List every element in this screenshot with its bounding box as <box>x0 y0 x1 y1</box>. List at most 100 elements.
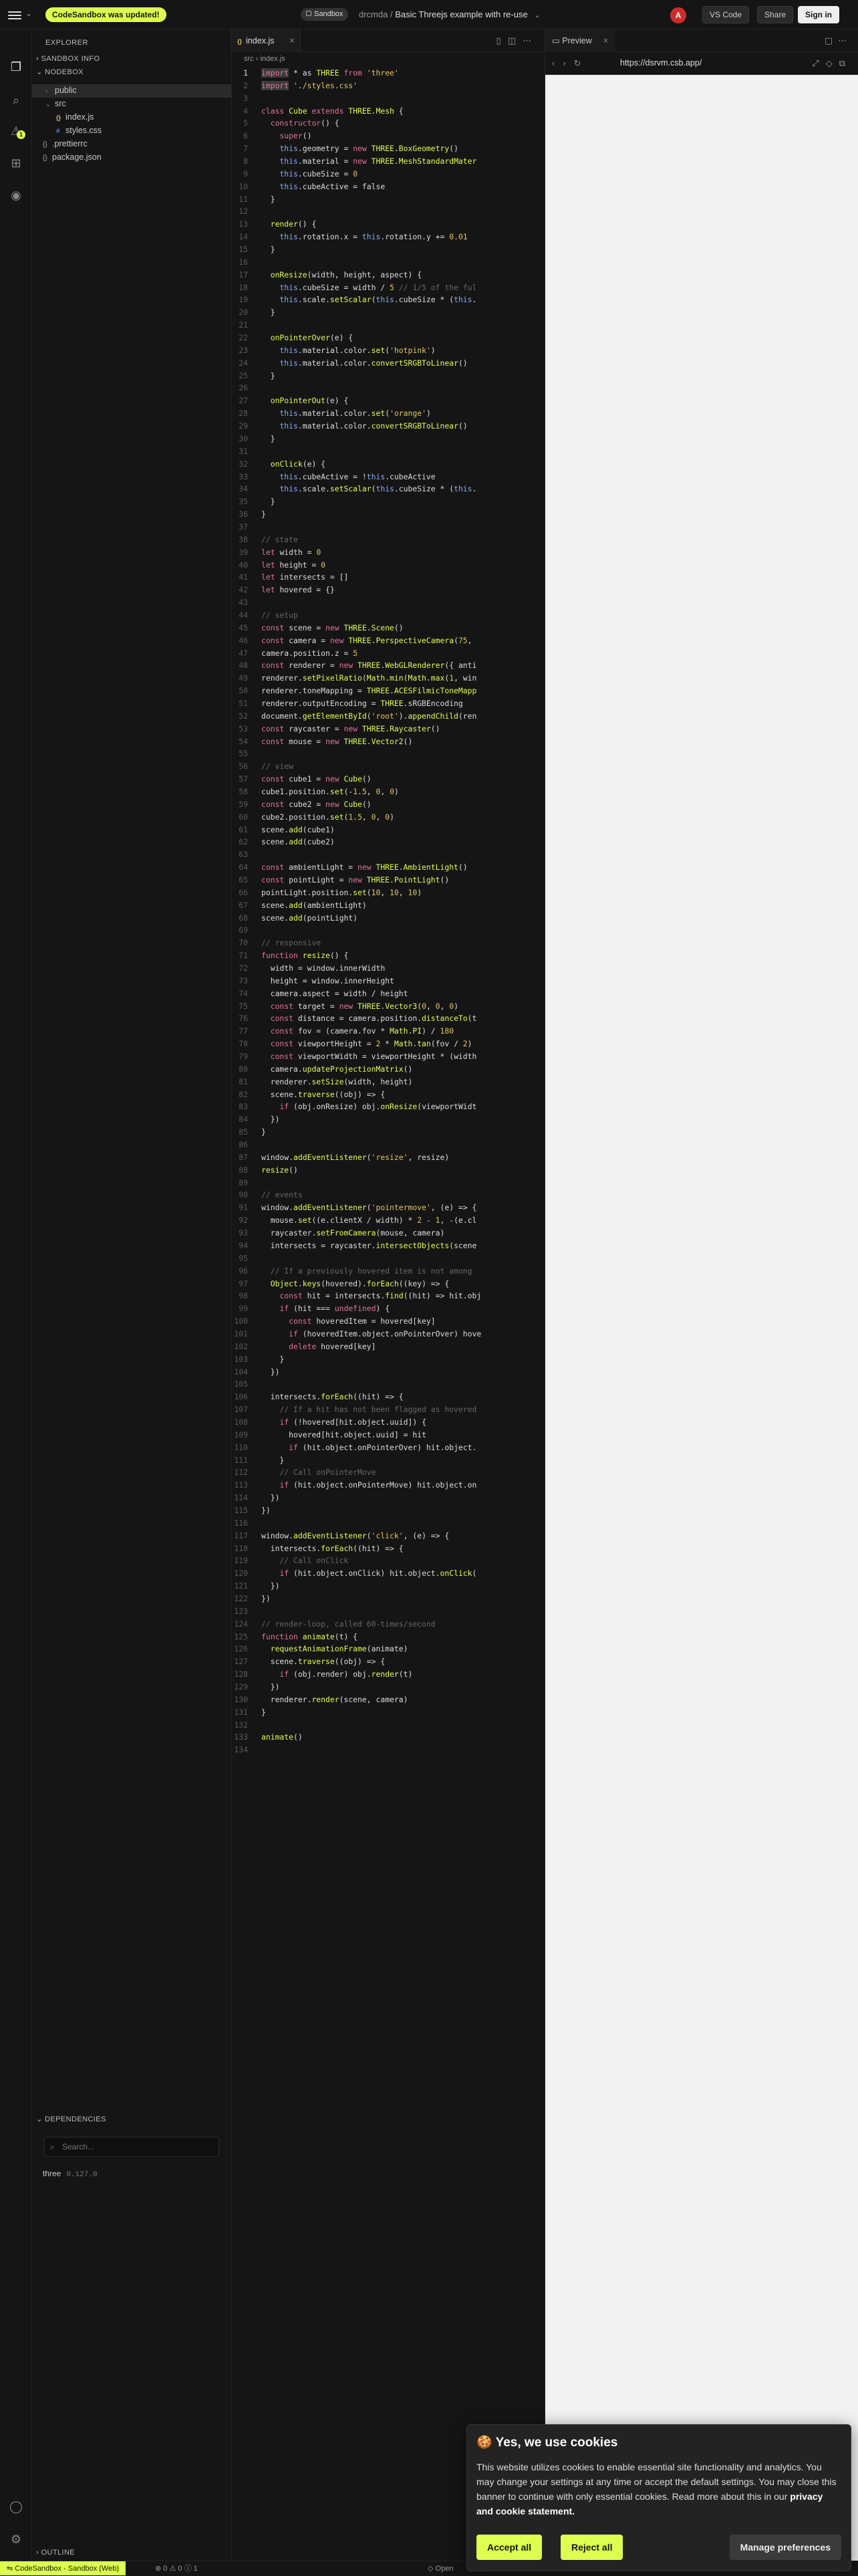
code-line[interactable]: 78 const viewportHeight = 2 * Math.tan(f… <box>232 1038 545 1050</box>
code-line[interactable]: 92 mouse.set((e.clientX / width) * 2 - 1… <box>232 1214 545 1227</box>
code-line[interactable]: 60 cube2.position.set(1.5, 0, 0) <box>232 811 545 824</box>
code-line[interactable]: 32 onClick(e) { <box>232 458 545 471</box>
code-line[interactable]: 111 } <box>232 1454 545 1467</box>
code-line[interactable]: 6 super() <box>232 130 545 142</box>
code-line[interactable]: 81 renderer.setSize(width, height) <box>232 1076 545 1088</box>
problems-status[interactable]: ⊗ 0 ⚠ 0 ⓘ 1 <box>155 2561 198 2576</box>
code-line[interactable]: 93 raycaster.setFromCamera(mouse, camera… <box>232 1227 545 1240</box>
close-icon[interactable]: × <box>289 29 295 52</box>
code-line[interactable]: 127 scene.traverse((obj) => { <box>232 1655 545 1668</box>
code-line[interactable]: 56 // view <box>232 760 545 773</box>
tree-item-index-js[interactable]: {} index.js <box>56 111 94 123</box>
code-line[interactable]: 121 }) <box>232 1580 545 1593</box>
code-line[interactable]: 88 resize() <box>232 1164 545 1177</box>
code-line[interactable]: 119 // Call onClick <box>232 1554 545 1567</box>
code-line[interactable]: 94 intersects = raycaster.intersectObjec… <box>232 1240 545 1252</box>
code-line[interactable]: 8 this.material = new THREE.MeshStandard… <box>232 155 545 168</box>
tree-item-src[interactable]: ⌄ src <box>45 98 66 110</box>
split-editor-icon[interactable]: ◫ <box>508 35 523 45</box>
code-line[interactable]: 50 renderer.toneMapping = THREE.ACESFilmi… <box>232 685 545 697</box>
code-line[interactable]: 10 this.cubeActive = false <box>232 181 545 193</box>
breadcrumb-file[interactable]: index.js <box>260 55 285 63</box>
code-line[interactable]: 100 const hoveredItem = hovered[key] <box>232 1315 545 1328</box>
code-line[interactable]: 110 if (hit.object.onPointerOver) hit.ob… <box>232 1441 545 1454</box>
code-line[interactable]: 28 this.material.color.set('orange') <box>232 407 545 420</box>
code-line[interactable]: 129 }) <box>232 1681 545 1693</box>
code-line[interactable]: 105 <box>232 1378 545 1391</box>
code-line[interactable]: 17 onResize(width, height, aspect) { <box>232 269 545 281</box>
code-line[interactable]: 5 constructor() { <box>232 117 545 130</box>
code-line[interactable]: 84 }) <box>232 1113 545 1126</box>
search-icon[interactable]: ⌕ <box>8 92 24 108</box>
code-line[interactable]: 59 const cube2 = new Cube() <box>232 798 545 811</box>
code-line[interactable]: 87 window.addEventListener('resize', resi… <box>232 1151 545 1164</box>
tab-index-js[interactable]: {} index.js × <box>232 29 301 52</box>
dependency-item[interactable]: three 0.127.0 <box>43 2169 98 2179</box>
code-line[interactable]: 57 const cube1 = new Cube() <box>232 773 545 786</box>
code-line[interactable]: 49 renderer.setPixelRatio(Math.min(Math.m… <box>232 672 545 685</box>
code-line[interactable]: 23 this.material.color.set('hotpink') <box>232 344 545 357</box>
code-line[interactable]: 134 <box>232 1744 545 1756</box>
update-notice-pill[interactable]: CodeSandbox was updated! <box>45 7 166 22</box>
toggle-sidebar-icon[interactable]: ▯ <box>496 35 508 45</box>
code-line[interactable]: 48 const renderer = new THREE.WebGLRender… <box>232 659 545 672</box>
owner-name[interactable]: drcmda <box>359 9 388 19</box>
extensions-icon[interactable]: ⊞ <box>8 155 24 171</box>
dependencies-search[interactable]: ⌕ <box>44 2137 219 2157</box>
code-line[interactable]: 45 const scene = new THREE.Scene() <box>232 622 545 634</box>
reject-all-button[interactable]: Reject all <box>561 2535 623 2560</box>
code-line[interactable]: 4 class Cube extends THREE.Mesh { <box>232 105 545 118</box>
refresh-icon[interactable]: ↻ <box>574 58 589 68</box>
code-line[interactable]: 35 } <box>232 495 545 508</box>
sandbox-info-section[interactable]: › SANDBOX INFO <box>36 55 100 63</box>
remote-indicator[interactable]: ⇋ CodeSandbox - Sandbox (Web) <box>0 2561 126 2575</box>
code-line[interactable]: 47 camera.position.z = 5 <box>232 647 545 660</box>
code-line[interactable]: 46 const camera = new THREE.PerspectiveCa… <box>232 634 545 647</box>
chevron-down-icon[interactable]: ⌄ <box>534 11 540 19</box>
code-line[interactable]: 123 <box>232 1605 545 1618</box>
code-line[interactable]: 37 <box>232 521 545 534</box>
sign-in-button[interactable]: Sign in <box>798 6 839 23</box>
code-line[interactable]: 21 <box>232 319 545 332</box>
code-line[interactable]: 80 camera.updateProjectionMatrix() <box>232 1063 545 1076</box>
code-line[interactable]: 109 hovered[hit.object.uuid] = hit <box>232 1429 545 1441</box>
code-line[interactable]: 75 const target = new THREE.Vector3(0, 0… <box>232 1000 545 1013</box>
code-line[interactable]: 27 onPointerOut(e) { <box>232 394 545 407</box>
code-line[interactable]: 98 const hit = intersects.find((hit) => … <box>232 1290 545 1302</box>
chevron-down-icon[interactable]: ⌄ <box>25 9 32 18</box>
code-line[interactable]: 73 height = window.innerHeight <box>232 975 545 987</box>
code-line[interactable]: 115}) <box>232 1504 545 1517</box>
code-line[interactable]: 97 Object.keys(hovered).forEach((key) =>… <box>232 1278 545 1290</box>
code-line[interactable]: 39 let width = 0 <box>232 546 545 559</box>
code-line[interactable]: 113 if (hit.object.onPointerMove) hit.ob… <box>232 1479 545 1492</box>
code-line[interactable]: 9 this.cubeSize = 0 <box>232 168 545 181</box>
code-line[interactable]: 89 <box>232 1177 545 1189</box>
code-line[interactable]: 82 scene.traverse((obj) => { <box>232 1088 545 1101</box>
tree-item-prettierrc[interactable]: {} .prettierrc <box>43 138 88 150</box>
code-line[interactable]: 15 } <box>232 243 545 256</box>
code-line[interactable]: 116 <box>232 1517 545 1530</box>
code-line[interactable]: 128 if (obj.render) obj.render(t) <box>232 1668 545 1681</box>
code-line[interactable]: 86 <box>232 1139 545 1151</box>
code-line[interactable]: 29 this.material.color.convertSRGBToLine… <box>232 420 545 433</box>
tab-preview[interactable]: ▭ Preview × <box>545 29 615 52</box>
more-icon[interactable]: ⋯ <box>838 35 852 45</box>
code-line[interactable]: 22 onPointerOver(e) { <box>232 332 545 344</box>
accept-all-button[interactable]: Accept all <box>476 2535 543 2560</box>
code-line[interactable]: 34 this.scale.setScalar(this.cubeSize * … <box>232 483 545 495</box>
code-line[interactable]: 104 }) <box>232 1366 545 1379</box>
code-line[interactable]: 11 } <box>232 193 545 206</box>
code-line[interactable]: 33 this.cubeActive = !this.cubeActive <box>232 471 545 483</box>
back-icon[interactable]: ‹ <box>552 58 563 68</box>
open-external-icon[interactable]: ⧉ <box>839 58 852 68</box>
code-line[interactable]: 51 renderer.outputEncoding = THREE.sRGBEn… <box>232 697 545 710</box>
code-line[interactable]: 12 <box>232 205 545 218</box>
code-line[interactable]: 107 // If a hit has not been flagged as … <box>232 1403 545 1416</box>
problems-icon[interactable]: ⚠ 1 <box>8 123 25 139</box>
code-line[interactable]: 63 <box>232 848 545 861</box>
code-line[interactable]: 69 <box>232 924 545 937</box>
nodebox-section[interactable]: ⌄ NODEBOX <box>36 68 84 76</box>
code-lines[interactable]: 1 import * as THREE from 'three' 2 import '… <box>232 67 545 1756</box>
open-status[interactable]: ◇ Open <box>428 2561 453 2576</box>
code-line[interactable]: 30 } <box>232 433 545 445</box>
